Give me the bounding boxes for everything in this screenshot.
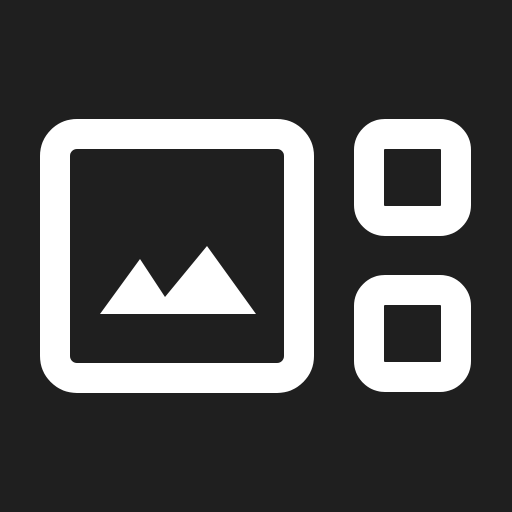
image-gallery-icon [0, 0, 512, 512]
icon-canvas [0, 0, 512, 512]
background [0, 0, 512, 512]
